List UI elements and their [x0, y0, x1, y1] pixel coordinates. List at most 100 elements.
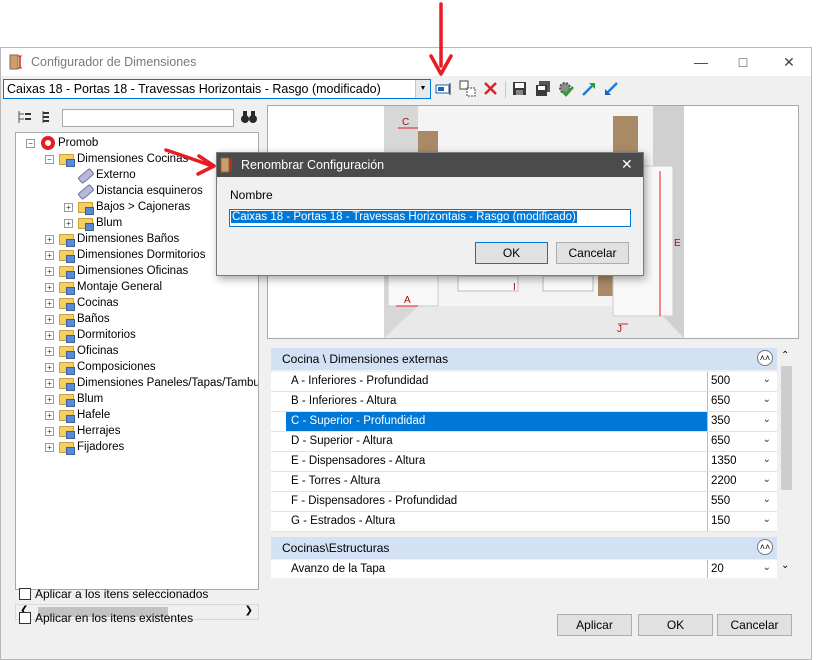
- expand-icon[interactable]: +: [45, 235, 54, 244]
- tree-item[interactable]: + Hafele: [16, 407, 258, 423]
- property-value-select[interactable]: 150 ⌄: [707, 512, 773, 531]
- property-row[interactable]: C - Superior - Profundidad 350 ⌄: [271, 412, 777, 432]
- property-row[interactable]: B - Inferiores - Altura 650 ⌄: [271, 392, 777, 412]
- scroll-up-icon[interactable]: ⌃: [781, 350, 789, 361]
- apply-button[interactable]: Aplicar: [557, 614, 632, 636]
- property-value-select[interactable]: 650 ⌄: [707, 432, 773, 451]
- expand-icon[interactable]: +: [45, 347, 54, 356]
- collapse-section-icon[interactable]: ˄˄: [757, 539, 773, 555]
- tree-item[interactable]: + Dormitorios: [16, 327, 258, 343]
- property-value-select[interactable]: 500 ⌄: [707, 372, 773, 391]
- expand-icon[interactable]: +: [45, 443, 54, 452]
- folder-icon: [78, 202, 94, 215]
- tree-item[interactable]: − Promob: [16, 135, 258, 151]
- cancel-button[interactable]: Cancelar: [717, 614, 792, 636]
- dialog-cancel-button[interactable]: Cancelar: [556, 242, 629, 264]
- chevron-down-icon[interactable]: ⌄: [763, 474, 771, 485]
- copy-config-icon[interactable]: [459, 80, 477, 98]
- expand-icon[interactable]: +: [45, 299, 54, 308]
- expand-icon[interactable]: +: [45, 411, 54, 420]
- property-row[interactable]: G - Estrados - Altura 150 ⌄: [271, 512, 777, 532]
- scroll-right-icon[interactable]: ❯: [245, 605, 253, 616]
- folder-icon: [59, 298, 75, 311]
- close-button[interactable]: ✕: [773, 52, 805, 72]
- chevron-down-icon[interactable]: ⌄: [763, 374, 771, 385]
- tree-item[interactable]: + Oficinas: [16, 343, 258, 359]
- folder-icon: [78, 218, 94, 231]
- save-all-icon[interactable]: [534, 80, 552, 98]
- save-icon[interactable]: [511, 80, 529, 98]
- expand-icon[interactable]: +: [45, 283, 54, 292]
- property-row[interactable]: Avanzo de la Tapa 20 ⌄: [271, 560, 777, 578]
- property-value-select[interactable]: 650 ⌄: [707, 392, 773, 411]
- rename-dialog: Renombrar Configuración ✕ Nombre Caixas …: [216, 152, 644, 276]
- dialog-ok-button[interactable]: OK: [475, 242, 548, 264]
- chevron-down-icon[interactable]: ⌄: [763, 414, 771, 425]
- delete-icon[interactable]: [482, 80, 500, 98]
- tree-item[interactable]: + Composiciones: [16, 359, 258, 375]
- expand-icon[interactable]: +: [45, 267, 54, 276]
- property-row[interactable]: E - Torres - Altura 2200 ⌄: [271, 472, 777, 492]
- property-value-select[interactable]: 1350 ⌄: [707, 452, 773, 471]
- chevron-down-icon[interactable]: ▼: [415, 80, 430, 98]
- export-icon[interactable]: [603, 80, 621, 98]
- expand-icon[interactable]: +: [45, 427, 54, 436]
- chevron-down-icon[interactable]: ⌄: [763, 454, 771, 465]
- collapse-all-icon[interactable]: [39, 109, 55, 125]
- rename-config-icon[interactable]: [435, 80, 453, 98]
- name-input[interactable]: Caixas 18 - Portas 18 - Travessas Horizo…: [229, 209, 631, 227]
- chevron-down-icon[interactable]: ⌄: [763, 514, 771, 525]
- tree-item[interactable]: + Baños: [16, 311, 258, 327]
- tree-item[interactable]: + Herrajes: [16, 423, 258, 439]
- property-value-select[interactable]: 350 ⌄: [707, 412, 773, 431]
- tree-item[interactable]: + Cocinas: [16, 295, 258, 311]
- expand-icon[interactable]: +: [45, 315, 54, 324]
- property-value-select[interactable]: 20 ⌄: [707, 560, 773, 578]
- expand-icon[interactable]: +: [64, 203, 73, 212]
- collapse-icon[interactable]: −: [45, 155, 54, 164]
- property-row[interactable]: F - Dispensadores - Profundidad 550 ⌄: [271, 492, 777, 512]
- grid-vertical-scrollbar[interactable]: ⌃ ⌄: [778, 348, 795, 578]
- tree-item[interactable]: + Fijadores: [16, 439, 258, 455]
- expand-icon[interactable]: +: [45, 363, 54, 372]
- expand-icon[interactable]: +: [45, 379, 54, 388]
- property-value-select[interactable]: 2200 ⌄: [707, 472, 773, 491]
- ok-button[interactable]: OK: [638, 614, 713, 636]
- scrollbar-thumb[interactable]: [781, 366, 792, 490]
- import-icon[interactable]: [580, 80, 598, 98]
- expand-all-icon[interactable]: [17, 109, 33, 125]
- scroll-down-icon[interactable]: ⌄: [781, 560, 789, 571]
- property-row[interactable]: D - Superior - Altura 650 ⌄: [271, 432, 777, 452]
- chevron-down-icon[interactable]: ⌄: [763, 434, 771, 445]
- minimize-button[interactable]: —: [685, 52, 717, 72]
- property-row[interactable]: E - Dispensadores - Altura 1350 ⌄: [271, 452, 777, 472]
- property-value-select[interactable]: 550 ⌄: [707, 492, 773, 511]
- tree-item[interactable]: + Dimensiones Paneles/Tapas/Tambur: [16, 375, 258, 391]
- gear-check-icon[interactable]: [557, 80, 575, 98]
- apply-selected-checkbox[interactable]: [19, 588, 31, 600]
- collapse-section-icon[interactable]: ˄˄: [757, 350, 773, 366]
- tree-search-input[interactable]: [62, 109, 234, 127]
- collapse-icon[interactable]: −: [26, 139, 35, 148]
- dialog-close-icon[interactable]: ✕: [621, 156, 633, 173]
- tree-item[interactable]: + Blum: [16, 391, 258, 407]
- chevron-down-icon[interactable]: ⌄: [763, 562, 771, 573]
- tree-item[interactable]: + Montaje General: [16, 279, 258, 295]
- property-row[interactable]: A - Inferiores - Profundidad 500 ⌄: [271, 372, 777, 392]
- property-value: 550: [711, 495, 731, 507]
- expand-icon[interactable]: +: [45, 331, 54, 340]
- config-select[interactable]: Caixas 18 - Portas 18 - Travessas Horizo…: [3, 79, 431, 99]
- section-header-structures[interactable]: Cocinas\Estructuras ˄˄: [271, 537, 777, 559]
- binoculars-icon[interactable]: [240, 108, 258, 126]
- expand-icon[interactable]: +: [64, 219, 73, 228]
- section-header-dimensions[interactable]: Cocina \ Dimensiones externas ˄˄: [271, 348, 777, 370]
- expand-icon[interactable]: +: [45, 251, 54, 260]
- chevron-down-icon[interactable]: ⌄: [763, 394, 771, 405]
- expand-icon[interactable]: +: [45, 395, 54, 404]
- apply-existing-checkbox[interactable]: [19, 612, 31, 624]
- maximize-button[interactable]: □: [727, 52, 759, 72]
- tree-item-label: Composiciones: [77, 361, 156, 373]
- tree-item-label: Herrajes: [77, 425, 121, 437]
- chevron-down-icon[interactable]: ⌄: [763, 494, 771, 505]
- tree-item-label: Hafele: [77, 409, 111, 421]
